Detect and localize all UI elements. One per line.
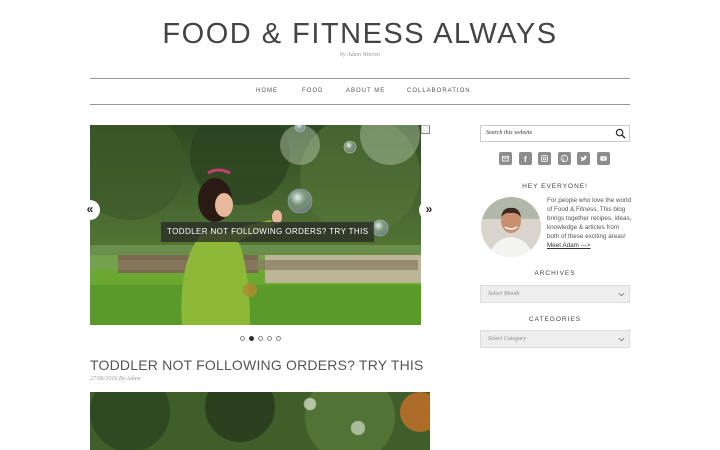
email-icon[interactable] [499, 152, 512, 165]
slider-dot[interactable] [276, 336, 281, 341]
archives-select[interactable]: Select Month [480, 285, 630, 303]
slider-dot[interactable] [240, 336, 245, 341]
twitter-icon[interactable] [577, 152, 590, 165]
search-icon[interactable] [615, 128, 626, 139]
facebook-icon[interactable]: f [519, 152, 532, 165]
categories-select[interactable]: Select Category [480, 330, 630, 348]
chevron-down-icon [618, 337, 625, 342]
slide-caption[interactable]: TODDLER NOT FOLLOWING ORDERS? TRY THIS [161, 222, 375, 242]
nav-item-about-me[interactable]: ABOUT ME [346, 88, 385, 94]
archives-widget-title: ARCHIVES [534, 270, 576, 277]
meet-adam-link[interactable]: Meet Adam ---> [547, 242, 591, 249]
slider-dot-active[interactable] [249, 336, 254, 341]
archives-select-value: Select Month [488, 291, 520, 297]
post-title[interactable]: TODDLER NOT FOLLOWING ORDERS? TRY THIS [90, 357, 424, 373]
search-placeholder: Search this website [486, 130, 533, 136]
avatar-photo [481, 197, 541, 257]
broken-image-icon [421, 125, 430, 134]
pinterest-icon[interactable] [558, 152, 571, 165]
categories-widget-title: CATEGORIES [528, 316, 582, 323]
slider-dot[interactable] [258, 336, 263, 341]
nav-item-collaboration[interactable]: COLLABORATION [407, 88, 471, 94]
nav-item-food[interactable]: FOOD [302, 88, 323, 94]
slider-next-button[interactable]: » [419, 200, 439, 220]
categories-select-value: Select Category [488, 336, 527, 342]
site-title[interactable]: FOOD & FITNESS ALWAYS [0, 18, 720, 51]
site-byline: by Adam Warren [339, 52, 381, 58]
post-image-graphic [90, 392, 430, 450]
about-widget-title: HEY EVERYONE! [522, 183, 588, 190]
nav-item-home[interactable]: HOME [256, 88, 278, 94]
chevron-down-icon [618, 292, 625, 297]
about-description: For people who love the world of Food & … [547, 197, 632, 240]
youtube-icon[interactable] [597, 152, 610, 165]
slider-prev-button[interactable]: « [80, 200, 100, 220]
svg-text:f: f [524, 155, 527, 164]
post-meta: 27/06/2016 By Adam [90, 376, 141, 382]
post-featured-image[interactable] [90, 392, 430, 450]
search-input[interactable]: Search this website [480, 125, 630, 142]
slider-dot[interactable] [267, 336, 272, 341]
main-nav: HOME FOOD ABOUT ME COLLABORATION [90, 78, 630, 105]
avatar [481, 197, 541, 257]
about-text: For people who love the world of Food & … [547, 196, 633, 250]
instagram-icon[interactable] [538, 152, 551, 165]
